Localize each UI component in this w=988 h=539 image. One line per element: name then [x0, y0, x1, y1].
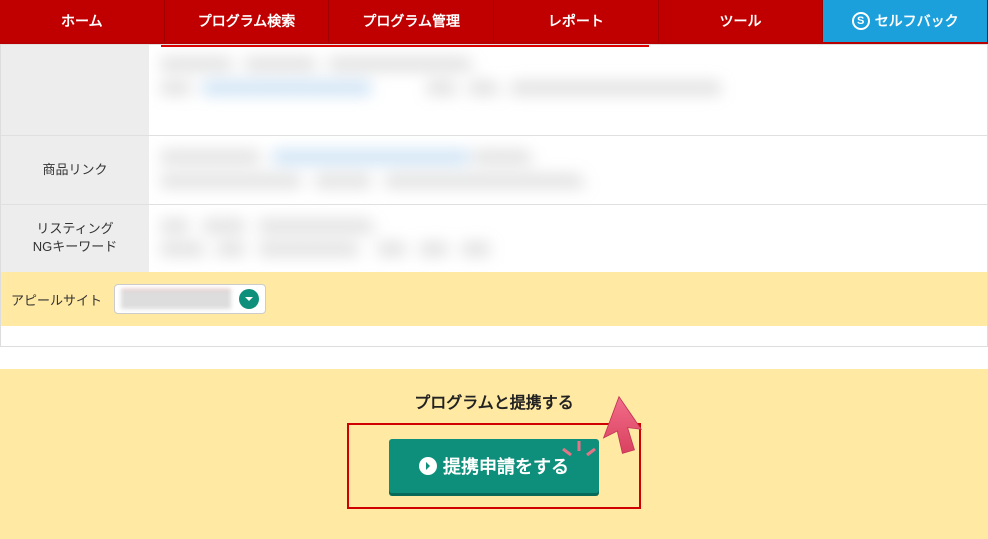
- nav-home[interactable]: ホーム: [0, 0, 165, 42]
- appeal-selected-value: [121, 289, 231, 309]
- listing-label-line2: NGキーワード: [33, 238, 118, 256]
- blurred-content: あああああああ、ああああああああああああああ ああああ。 ああああああああああ …: [161, 146, 975, 194]
- appeal-site-bar: アピールサイト: [1, 272, 987, 326]
- arrow-right-circle-icon: [419, 457, 437, 475]
- appeal-site-select[interactable]: [114, 284, 266, 314]
- row-body-listing-ng: ああ あああ ああああああああ。 あああ、ああ あああああああ、 ああ ああ あ…: [149, 205, 987, 273]
- blurred-content: ああ あああ ああああああああ。 あああ、ああ あああああああ、 ああ ああ あ…: [161, 215, 975, 263]
- red-separator: [161, 45, 649, 47]
- detail-row-top: あああああ、あああああ、ああああああああああ。 ああ：ああああああああああああ …: [1, 44, 987, 135]
- chevron-down-icon: [239, 289, 259, 309]
- row-body-top: あああああ、あああああ、ああああああああああ。 ああ：ああああああああああああ …: [149, 45, 987, 135]
- nav-report[interactable]: レポート: [494, 0, 659, 42]
- blurred-content: あああああ、あああああ、ああああああああああ。 ああ：ああああああああああああ …: [161, 53, 975, 101]
- row-label-listing-ng: リスティング NGキーワード: [1, 205, 149, 273]
- cta-section: プログラムと提携する 提携申請をする: [0, 369, 988, 539]
- cta-title: プログラムと提携する: [0, 389, 988, 413]
- nav-selfback-label: セルフバック: [875, 11, 959, 31]
- detail-row-listing-ng: リスティング NGキーワード ああ あああ ああああああああ。 あああ、ああ あ…: [1, 204, 987, 273]
- row-body-product-link: あああああああ、ああああああああああああああ ああああ。 ああああああああああ …: [149, 136, 987, 204]
- selfback-icon: S: [852, 12, 870, 30]
- detail-row-product-link: 商品リンク あああああああ、ああああああああああああああ ああああ。 あああああ…: [1, 135, 987, 204]
- cursor-pointer-icon: [589, 395, 649, 455]
- main-nav: ホーム プログラム検索 プログラム管理 レポート ツール S セルフバック: [0, 0, 988, 44]
- cta-button-label: 提携申請をする: [443, 453, 569, 479]
- nav-program-search[interactable]: プログラム検索: [165, 0, 330, 42]
- nav-tool[interactable]: ツール: [659, 0, 824, 42]
- cta-highlight-frame: 提携申請をする: [347, 423, 641, 509]
- nav-program-manage[interactable]: プログラム管理: [329, 0, 494, 42]
- program-detail: あああああ、あああああ、ああああああああああ。 ああ：ああああああああああああ …: [0, 44, 988, 347]
- row-label-top: [1, 45, 149, 135]
- listing-label-line1: リスティング: [36, 220, 113, 238]
- row-label-product-link: 商品リンク: [1, 136, 149, 204]
- nav-selfback[interactable]: S セルフバック: [823, 0, 988, 42]
- appeal-label: アピールサイト: [11, 290, 102, 309]
